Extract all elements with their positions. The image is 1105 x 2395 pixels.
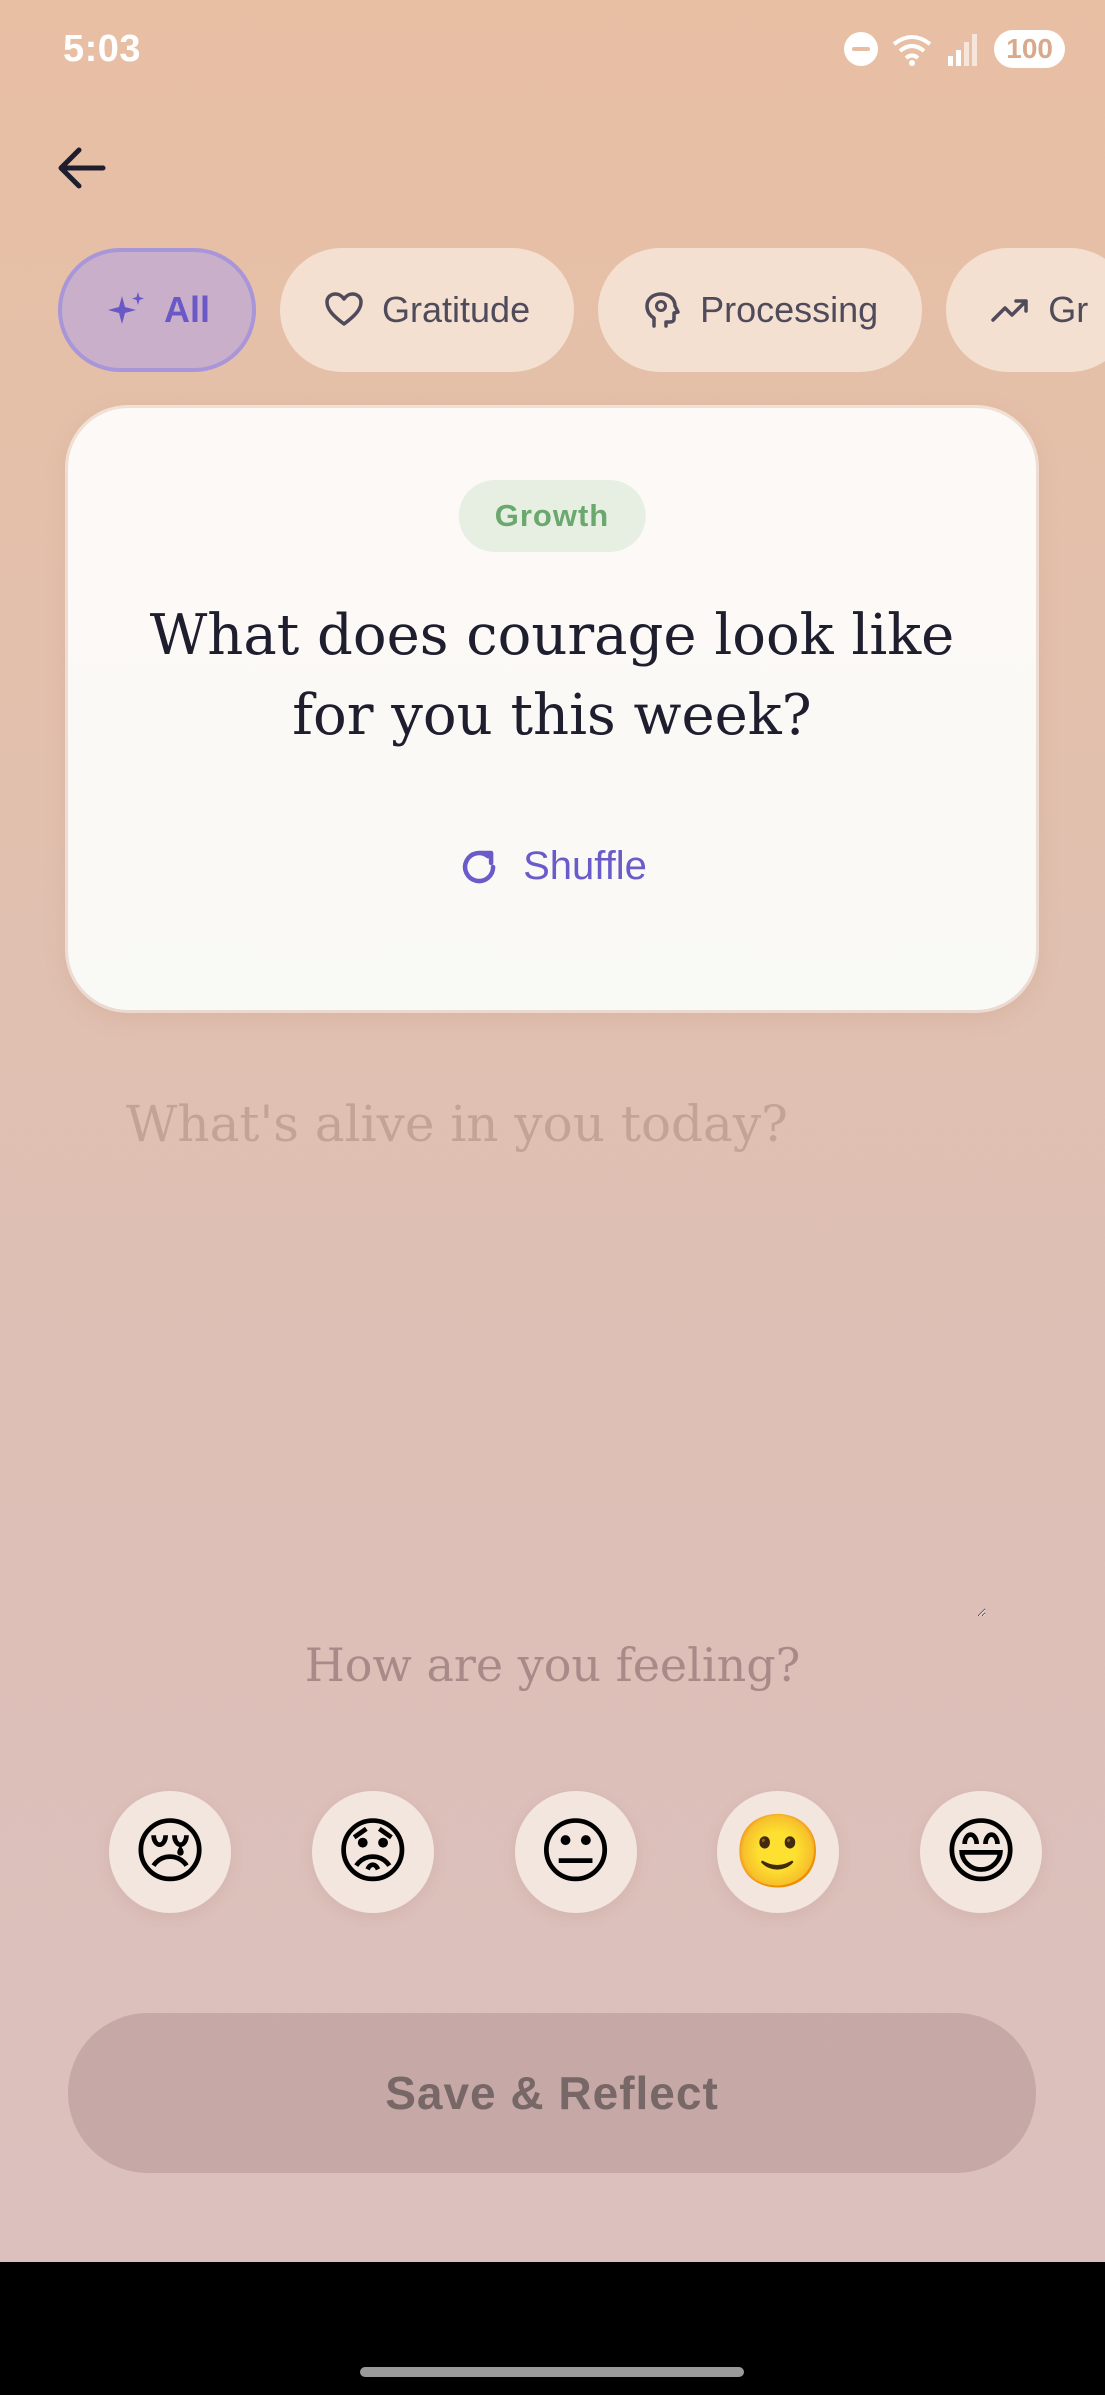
battery-indicator: 100 <box>994 30 1065 68</box>
refresh-icon <box>462 850 496 883</box>
do-not-disturb-icon <box>844 32 879 66</box>
sparkle-icon <box>108 292 144 324</box>
chip-processing-label: Processing <box>700 289 879 330</box>
mood-neutral-icon[interactable]: 😐 <box>514 1791 637 1913</box>
chip-growth[interactable]: Gr <box>946 248 1105 372</box>
status-icons: 100 <box>844 30 1065 68</box>
brain-icon <box>645 292 680 328</box>
mood-selector: 😢 😟 😐 🙂 😄 <box>109 1791 1042 1913</box>
trending-up-icon <box>991 299 1028 322</box>
signal-icon <box>948 34 978 66</box>
save-reflect-button[interactable]: Save & Reflect <box>68 2013 1036 2173</box>
category-tag: Growth <box>458 480 646 552</box>
chip-growth-label: Gr <box>1048 289 1089 330</box>
chip-gratitude[interactable]: Gratitude <box>280 248 575 372</box>
arrow-left-icon <box>58 147 106 189</box>
heart-icon <box>325 292 363 326</box>
mood-question: How are you feeling? <box>304 1638 801 1692</box>
mood-grin-icon[interactable]: 😄 <box>920 1791 1042 1913</box>
chip-all-label: All <box>164 289 211 330</box>
chip-processing[interactable]: Processing <box>598 248 923 372</box>
shuffle-label: Shuffle <box>523 844 647 888</box>
wifi-icon <box>893 35 932 66</box>
mood-smile-icon[interactable]: 🙂 <box>717 1791 840 1913</box>
home-indicator[interactable] <box>360 2367 744 2377</box>
mood-crying-icon[interactable]: 😢 <box>109 1791 231 1913</box>
filter-chips: All Gratitude Processing Gr <box>58 248 1105 372</box>
chip-all[interactable]: All <box>58 248 257 372</box>
prompt-question: What does courage look like for you this… <box>149 603 955 748</box>
back-button[interactable] <box>48 135 114 201</box>
chip-gratitude-label: Gratitude <box>382 289 531 330</box>
journal-entry-input[interactable] <box>126 1095 986 1617</box>
prompt-card: Growth What does courage look like for y… <box>68 408 1036 1010</box>
status-time: 5:03 <box>63 28 142 70</box>
mood-worried-icon[interactable]: 😟 <box>311 1791 434 1913</box>
shuffle-button[interactable]: Shuffle <box>457 844 647 889</box>
